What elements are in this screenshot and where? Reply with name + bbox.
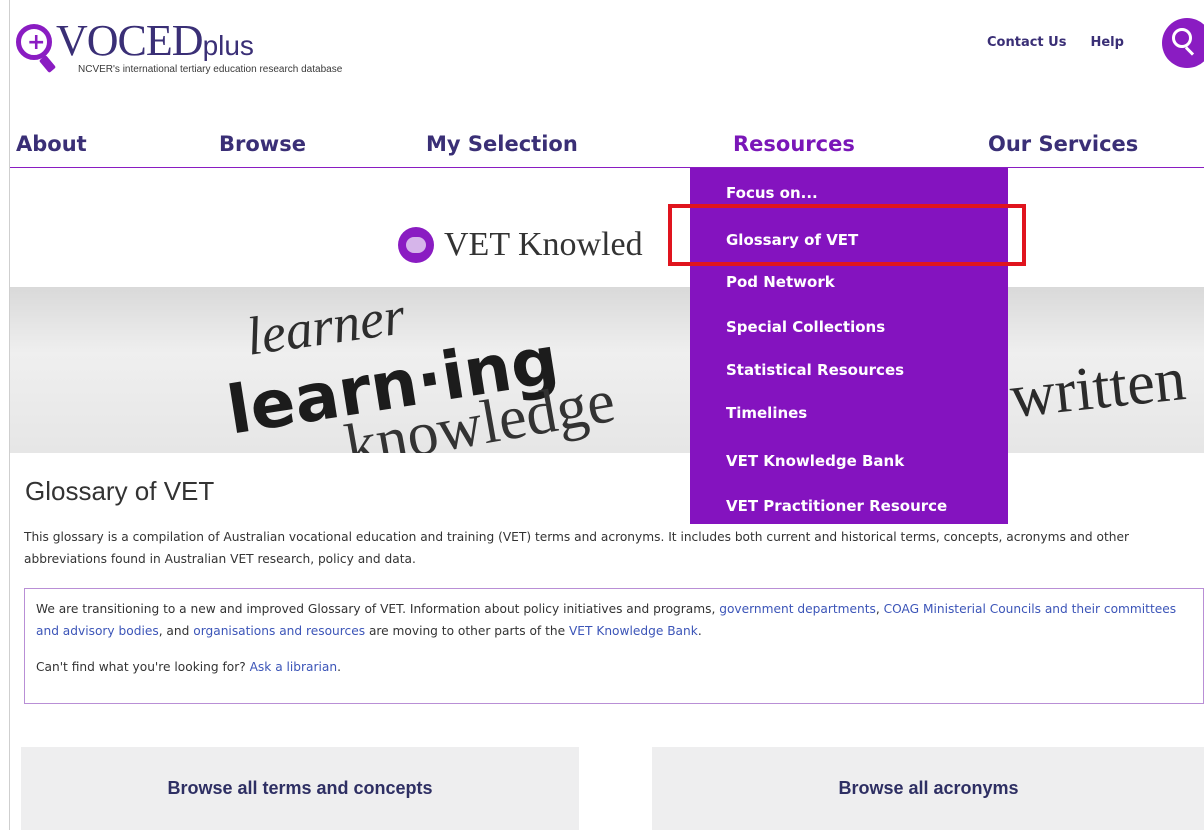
search-button[interactable] [1162, 18, 1204, 68]
magnifier-logo-icon: + [16, 24, 52, 60]
menu-item-pod-network[interactable]: Pod Network [726, 273, 835, 291]
highlight-annotation [668, 204, 1026, 266]
government-departments-link[interactable]: government departments [719, 602, 876, 616]
kb-page-heading: VET Knowled [398, 226, 643, 264]
menu-item-vet-practitioner-resource[interactable]: VET Practitioner Resource [726, 497, 947, 515]
librarian-paragraph: Can't find what you're looking for? Ask … [36, 660, 341, 674]
intro-paragraph: This glossary is a compilation of Austra… [24, 530, 1129, 566]
banner-word-written: written [1006, 345, 1189, 431]
logo-main-text: VOCED [56, 16, 204, 65]
transition-notice: We are transitioning to a new and improv… [24, 588, 1204, 704]
search-icon [1172, 28, 1192, 48]
browse-terms-card[interactable]: Browse all terms and concepts [21, 747, 579, 830]
menu-item-focus-on[interactable]: Focus on... [726, 184, 818, 202]
banner-image: learner learn·ing knowledge written [10, 287, 1204, 453]
nav-resources[interactable]: Resources [733, 132, 855, 156]
page-title: Glossary of VET [25, 476, 215, 506]
help-link[interactable]: Help [1090, 35, 1123, 50]
menu-item-statistical-resources[interactable]: Statistical Resources [726, 361, 904, 379]
nav-my-selection[interactable]: My Selection [426, 132, 578, 156]
logo-suffix-text: plus [202, 30, 254, 61]
nav-browse[interactable]: Browse [219, 132, 306, 156]
vet-knowledge-bank-link[interactable]: VET Knowledge Bank [569, 624, 698, 638]
notice-paragraph: We are transitioning to a new and improv… [36, 602, 1177, 638]
organisations-resources-link[interactable]: organisations and resources [193, 624, 365, 638]
utility-links: Contact Us Help [987, 35, 1124, 50]
browse-acronyms-card[interactable]: Browse all acronyms [652, 747, 1204, 830]
ask-librarian-link[interactable]: Ask a librarian [250, 660, 338, 674]
logo-tagline: NCVER's international tertiary education… [78, 64, 343, 75]
menu-item-vet-knowledge-bank[interactable]: VET Knowledge Bank [726, 452, 904, 470]
page: + VOCEDplus NCVER's international tertia… [9, 0, 1204, 830]
nav-about[interactable]: About [16, 132, 87, 156]
brain-icon [398, 227, 434, 263]
contact-us-link[interactable]: Contact Us [987, 35, 1066, 50]
nav-our-services[interactable]: Our Services [988, 132, 1138, 156]
kb-heading-text: VET Knowled [444, 226, 643, 263]
menu-item-timelines[interactable]: Timelines [726, 404, 807, 422]
voced-logo[interactable]: + VOCEDplus NCVER's international tertia… [16, 16, 456, 84]
menu-item-special-collections[interactable]: Special Collections [726, 318, 885, 336]
main-nav: About Browse My Selection Resources Our … [10, 122, 1204, 168]
